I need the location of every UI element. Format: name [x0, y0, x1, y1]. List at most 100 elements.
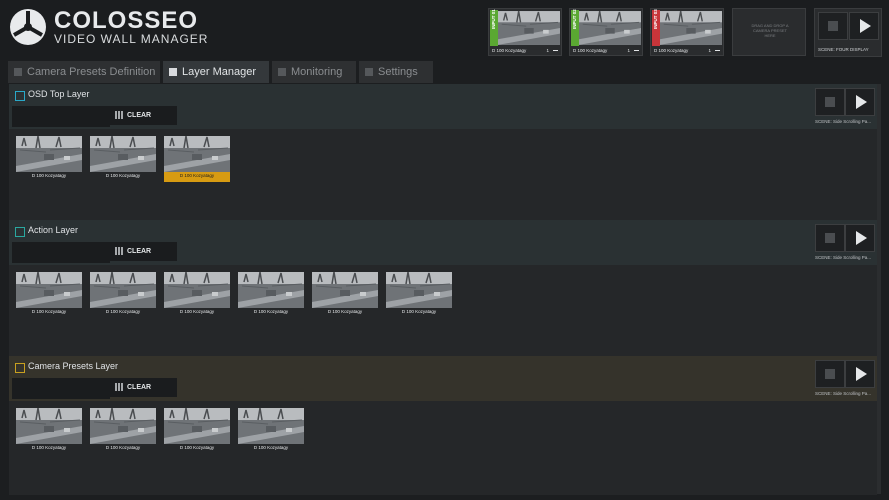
- input-number: 1: [546, 48, 549, 53]
- layer-checkbox[interactable]: [15, 227, 25, 237]
- layer-scene-label: SCENE: Side Scrolling Pa...: [815, 119, 872, 124]
- input-number: 1: [708, 48, 711, 53]
- camera-thumbnail: [164, 408, 230, 444]
- input-label: INPUT 01: [491, 9, 496, 29]
- stop-icon: [825, 369, 835, 379]
- layer-preset-area: D 100 Kozyatagy D 100 Kozyatagy D 100 Ko…: [9, 129, 877, 220]
- input-slot-4[interactable]: DRAG AND DROP A CAMERA PRESET HERE: [732, 8, 806, 56]
- camera-thumbnail: [16, 272, 82, 308]
- preset-card[interactable]: D 100 Kozyatagy: [90, 136, 156, 182]
- preset-caption: D 100 Kozyatagy: [31, 309, 67, 314]
- layer-header: OSD Top Layer CLEAR FILTER SCENE: Side S…: [9, 84, 877, 138]
- preset-caption: D 100 Kozyatagy: [105, 309, 141, 314]
- stop-icon: [825, 233, 835, 243]
- filter-input[interactable]: [12, 106, 110, 127]
- gear-icon: [365, 68, 373, 76]
- play-icon: [860, 19, 871, 33]
- preset-card[interactable]: D 100 Kozyatagy: [312, 272, 378, 318]
- play-icon: [856, 367, 867, 381]
- camera-thumbnail: [660, 10, 722, 46]
- input-slot-1[interactable]: INPUT 01 D 100 Kozyatagy 1: [488, 8, 562, 56]
- preset-card[interactable]: D 100 Kozyatagy: [164, 136, 230, 182]
- camera-thumbnail: [386, 272, 452, 308]
- play-icon: [856, 231, 867, 245]
- grid-icon: [115, 247, 123, 255]
- tab-settings[interactable]: Settings: [359, 61, 433, 83]
- filter-input[interactable]: [12, 378, 110, 399]
- tab-bar: Camera Presets Definition Layer Manager …: [0, 61, 889, 84]
- input-slot-3[interactable]: INPUT 03 D 100 Kozyatagy 1: [650, 8, 724, 56]
- preset-card[interactable]: D 100 Kozyatagy: [238, 272, 304, 318]
- preset-caption: D 100 Kozyatagy: [253, 309, 289, 314]
- preset-card[interactable]: D 100 Kozyatagy: [90, 408, 156, 454]
- minus-icon[interactable]: [634, 50, 639, 51]
- input-caption: D 100 Kozyatagy: [492, 48, 527, 53]
- minus-icon[interactable]: [715, 50, 720, 51]
- stop-button[interactable]: [818, 12, 848, 40]
- layer-title: Action Layer: [28, 225, 79, 235]
- tab-monitoring[interactable]: Monitoring: [272, 61, 356, 83]
- layer-header: Action Layer CLEAR FILTER SCENE: Side Sc…: [9, 220, 877, 274]
- layer-scene-control: [815, 224, 875, 252]
- camera-thumbnail: [90, 408, 156, 444]
- layer-panel: Action Layer CLEAR FILTER SCENE: Side Sc…: [9, 220, 877, 356]
- stop-icon: [828, 21, 838, 31]
- preset-card[interactable]: D 100 Kozyatagy: [164, 272, 230, 318]
- play-button[interactable]: [845, 88, 875, 116]
- preset-caption: D 100 Kozyatagy: [105, 173, 141, 178]
- preset-card[interactable]: D 100 Kozyatagy: [16, 272, 82, 318]
- preset-caption: D 100 Kozyatagy: [105, 445, 141, 450]
- camera-thumbnail: [579, 10, 641, 46]
- camera-thumbnail: [238, 408, 304, 444]
- preset-card[interactable]: D 100 Kozyatagy: [90, 272, 156, 318]
- camera-thumbnail: [16, 136, 82, 172]
- layer-preset-area: D 100 Kozyatagy D 100 Kozyatagy D 100 Ko…: [9, 265, 877, 356]
- layer-preset-area: D 100 Kozyatagy D 100 Kozyatagy D 100 Ko…: [9, 401, 877, 495]
- play-button[interactable]: [849, 12, 879, 40]
- preset-card[interactable]: D 100 Kozyatagy: [386, 272, 452, 318]
- monitor-icon: [278, 68, 286, 76]
- stop-button[interactable]: [815, 88, 845, 116]
- layer-header: Camera Presets Layer CLEAR FILTER SCENE:…: [9, 356, 877, 410]
- preset-caption: D 100 Kozyatagy: [401, 309, 437, 314]
- filter-input[interactable]: [12, 242, 110, 263]
- play-button[interactable]: [845, 360, 875, 388]
- tab-camera-presets-definition[interactable]: Camera Presets Definition: [8, 61, 160, 83]
- preset-card[interactable]: D 100 Kozyatagy: [16, 408, 82, 454]
- camera-thumbnail: [312, 272, 378, 308]
- layer-checkbox[interactable]: [15, 363, 25, 373]
- preset-card[interactable]: D 100 Kozyatagy: [164, 408, 230, 454]
- input-number: 1: [627, 48, 630, 53]
- preset-caption: D 100 Kozyatagy: [179, 173, 215, 178]
- scrollbar[interactable]: [877, 84, 881, 494]
- layer-checkbox[interactable]: [15, 91, 25, 101]
- grid-icon: [115, 111, 123, 119]
- preset-caption: D 100 Kozyatagy: [253, 445, 289, 450]
- stop-icon: [825, 97, 835, 107]
- scene-label: SCENE: FOUR DISPLAY: [818, 47, 869, 52]
- preset-card[interactable]: D 100 Kozyatagy: [16, 136, 82, 182]
- layers-icon: [169, 68, 177, 76]
- input-label: INPUT 03: [653, 9, 658, 29]
- clear-filter-button[interactable]: CLEAR FILTER: [109, 106, 177, 138]
- clear-filter-button[interactable]: CLEAR FILTER: [109, 378, 177, 410]
- header-scene-control: SCENE: FOUR DISPLAY: [814, 8, 882, 57]
- preset-caption: D 100 Kozyatagy: [327, 309, 363, 314]
- tab-layer-manager[interactable]: Layer Manager: [163, 61, 269, 83]
- stop-button[interactable]: [815, 224, 845, 252]
- preset-card[interactable]: D 100 Kozyatagy: [238, 408, 304, 454]
- input-slot-2[interactable]: INPUT 02 D 100 Kozyatagy 1: [569, 8, 643, 56]
- brand-name: COLOSSEO: [54, 7, 199, 34]
- camera-thumbnail: [498, 10, 560, 46]
- list-icon: [14, 68, 22, 76]
- clear-filter-button[interactable]: CLEAR FILTER: [109, 242, 177, 274]
- input-caption: D 100 Kozyatagy: [573, 48, 608, 53]
- minus-icon[interactable]: [553, 50, 558, 51]
- stop-button[interactable]: [815, 360, 845, 388]
- layer-panel: Camera Presets Layer CLEAR FILTER SCENE:…: [9, 356, 877, 495]
- camera-thumbnail: [238, 272, 304, 308]
- play-icon: [856, 95, 867, 109]
- layer-panel: OSD Top Layer CLEAR FILTER SCENE: Side S…: [9, 84, 877, 220]
- input-label: INPUT 02: [572, 9, 577, 29]
- play-button[interactable]: [845, 224, 875, 252]
